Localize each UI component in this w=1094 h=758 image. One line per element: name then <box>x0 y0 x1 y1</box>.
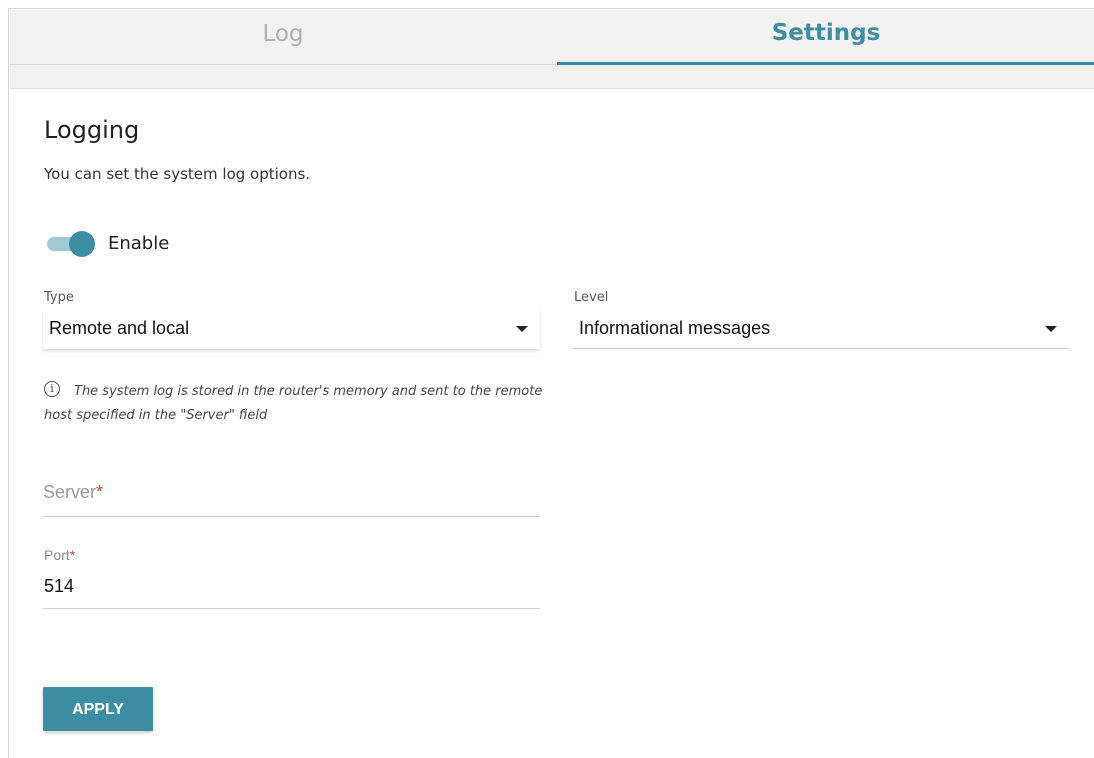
page-title: Logging <box>44 116 140 144</box>
required-marker: * <box>96 482 104 502</box>
level-select-value: Informational messages <box>579 318 771 338</box>
level-select[interactable]: Informational messages <box>573 309 1069 349</box>
toggle-knob <box>69 231 95 257</box>
enable-label: Enable <box>108 233 170 254</box>
server-input[interactable]: Server* <box>43 474 540 517</box>
server-placeholder: Server* <box>43 482 104 502</box>
required-marker: * <box>69 547 76 563</box>
port-input[interactable]: 514 <box>43 568 540 609</box>
port-label: Port* <box>44 547 76 563</box>
chevron-down-icon <box>516 326 528 332</box>
tab-log[interactable]: Log <box>10 10 556 65</box>
type-select-value: Remote and local <box>49 318 190 338</box>
port-value: 514 <box>44 576 75 596</box>
info-hint: The system log is stored in the router's… <box>44 384 543 423</box>
type-select[interactable]: Remote and local <box>43 309 540 349</box>
enable-toggle[interactable] <box>47 231 95 257</box>
level-label: Level <box>574 290 609 305</box>
tab-settings[interactable]: Settings <box>557 10 1094 65</box>
tab-bar: Log Settings <box>10 10 1094 89</box>
type-label: Type <box>44 290 74 305</box>
apply-button[interactable]: APPLY <box>43 687 153 731</box>
chevron-down-icon <box>1045 326 1057 332</box>
page-subtitle: You can set the system log options. <box>44 165 311 183</box>
